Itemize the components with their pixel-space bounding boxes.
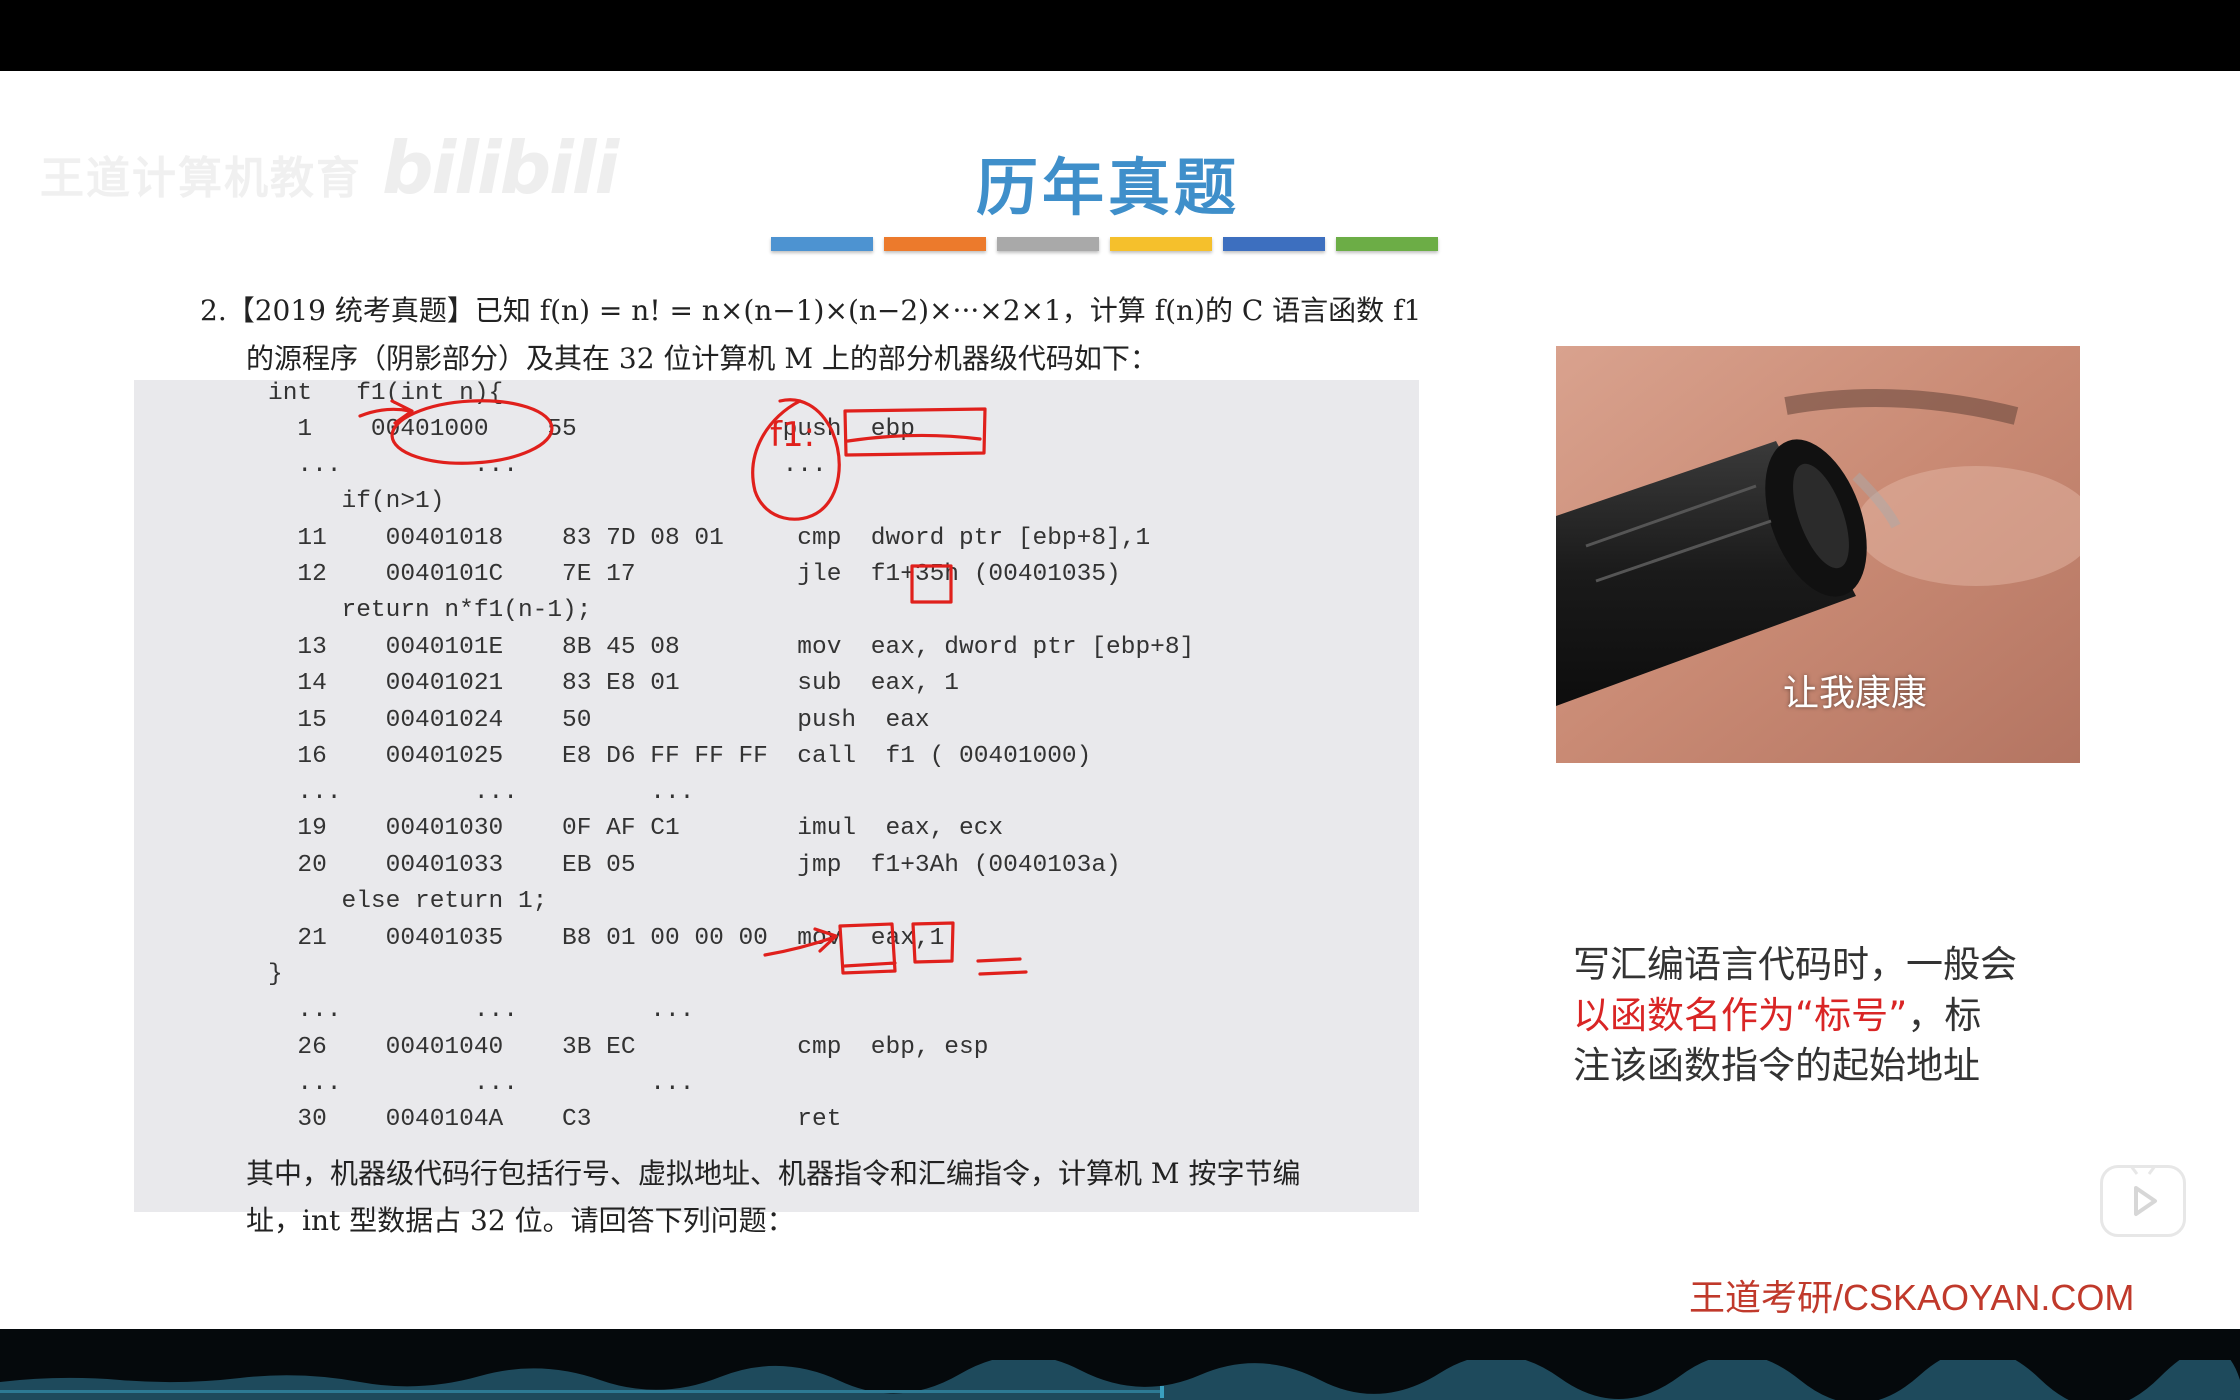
audio-waveform bbox=[0, 1360, 2240, 1400]
question-line-1: 2.【2019 统考真题】已知 f(n) = n! = n×(n−1)×(n−2… bbox=[200, 294, 1422, 327]
code-line: 15 00401024 50 push eax bbox=[268, 707, 930, 734]
note-line-2: 以函数名作为“标号”，标 bbox=[1573, 985, 1981, 1039]
code-line: 14 00401021 83 E8 01 sub eax, 1 bbox=[268, 670, 960, 697]
question-footer-line-1: 其中，机器级代码行包括行号、虚拟地址、机器指令和汇编指令，计算机 M 按字节编 bbox=[246, 1157, 1301, 1190]
code-line: ... ... ... bbox=[268, 1070, 695, 1097]
code-line: 26 00401040 3B EC cmp ebp, esp bbox=[268, 1034, 989, 1061]
note-line-3: 注该函数指令的起始地址 bbox=[1573, 1044, 1980, 1087]
code-line: 30 0040104A C3 ret bbox=[268, 1106, 842, 1133]
code-line: if(n>1) bbox=[268, 488, 445, 515]
slide-title: 历年真题 bbox=[976, 151, 1241, 224]
title-color-bars bbox=[771, 237, 1438, 251]
code-line: return n*f1(n-1); bbox=[268, 597, 592, 624]
video-progress-area[interactable] bbox=[0, 1329, 2240, 1400]
webcam-caption: 让我康康 bbox=[1783, 673, 1928, 714]
play-icon bbox=[2130, 1168, 2157, 1216]
progress-played bbox=[0, 1390, 1160, 1393]
code-line: 12 0040101C 7E 17 jle f1+35h (00401035) bbox=[268, 561, 1121, 588]
bilibili-logo: bilibili bbox=[382, 126, 619, 210]
color-bar bbox=[771, 237, 873, 251]
code-line: 16 00401025 E8 D6 FF FF FF call f1 ( 004… bbox=[268, 743, 1092, 770]
video-top-bar bbox=[0, 0, 2240, 71]
code-line: else return 1; bbox=[268, 888, 548, 915]
color-bar bbox=[1336, 237, 1438, 251]
color-bar bbox=[1223, 237, 1325, 251]
code-line: 13 0040101E 8B 45 08 mov eax, dword ptr … bbox=[268, 634, 1195, 661]
code-line: 19 00401030 0F AF C1 imul eax, ecx bbox=[268, 815, 1004, 842]
code-line: 11 00401018 83 7D 08 01 cmp dword ptr [e… bbox=[268, 525, 1151, 552]
footer-brand: 王道考研/CSKAOYAN.COM bbox=[1689, 1277, 2135, 1318]
code-line: ... ... ... bbox=[268, 997, 695, 1024]
question-line-2: 的源程序（阴影部分）及其在 32 位计算机 M 上的部分机器级代码如下： bbox=[246, 342, 1158, 375]
color-bar bbox=[884, 237, 986, 251]
watermark: 王道计算机教育 bilibili bbox=[40, 126, 619, 210]
note-line-1: 写汇编语言代码时，一般会 bbox=[1573, 943, 2017, 986]
play-button[interactable] bbox=[2100, 1165, 2186, 1237]
progress-handle[interactable] bbox=[1160, 1386, 1164, 1398]
code-line: ... ... ... bbox=[268, 779, 695, 806]
code-line: ... ... ... bbox=[268, 452, 827, 479]
slide: 王道计算机教育 bilibili 历年真题 2.【2019 统考真题】已知 f(n… bbox=[0, 71, 2240, 1329]
code-listing: int f1(int n){ 1 00401000 55 push ebp ..… bbox=[134, 380, 1419, 1212]
code-line: 1 00401000 55 push ebp bbox=[268, 416, 915, 443]
color-bar bbox=[997, 237, 1099, 251]
code-line: 20 00401033 EB 05 jmp f1+3Ah (0040103a) bbox=[268, 852, 1121, 879]
note-line-2-rest: ，标 bbox=[1907, 994, 1982, 1037]
watermark-brand: 王道计算机教育 bbox=[40, 153, 362, 204]
code-line: 21 00401035 B8 01 00 00 00 mov eax,1 bbox=[268, 925, 945, 952]
code-line: int f1(int n){ bbox=[268, 380, 504, 407]
color-bar bbox=[1110, 237, 1212, 251]
webcam-image: 让我康康 bbox=[1556, 346, 2080, 763]
question-footer-line-2: 址，int 型数据占 32 位。请回答下列问题： bbox=[246, 1204, 795, 1237]
note-highlight: 以函数名作为“标号” bbox=[1573, 994, 1908, 1037]
code-line: } bbox=[268, 961, 283, 988]
